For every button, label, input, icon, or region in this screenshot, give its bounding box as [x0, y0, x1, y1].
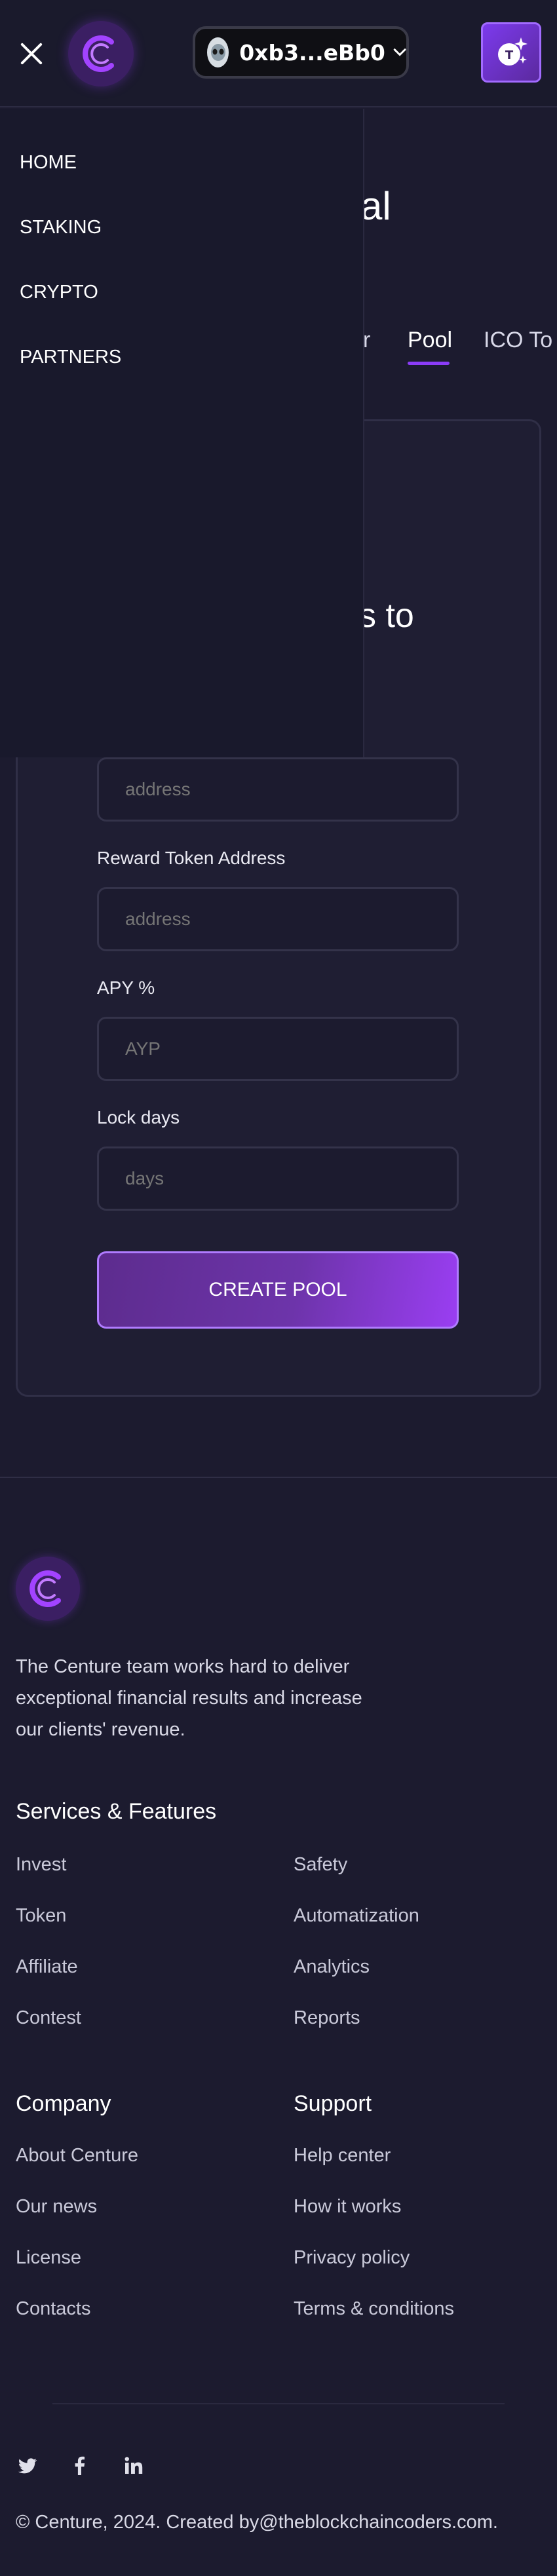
footer-link-help-center[interactable]: Help center — [294, 2145, 391, 2167]
logo-c-icon — [83, 35, 114, 72]
apy-label: APY % — [97, 977, 155, 998]
footer-link-how-it-works[interactable]: How it works — [294, 2196, 401, 2218]
wallet-address: 0xb3...eBb0 — [239, 39, 385, 66]
page-heading: al — [360, 184, 391, 228]
services-heading: Services & Features — [16, 1799, 217, 1824]
wallet-avatar — [207, 37, 229, 67]
footer-link-contacts[interactable]: Contacts — [16, 2298, 90, 2320]
nav-drawer: HOME STAKING CRYPTO PARTNERS — [0, 109, 364, 757]
token-sparkle-icon: T — [498, 37, 528, 66]
reward-token-address-input[interactable] — [97, 887, 459, 951]
account-button[interactable]: T — [481, 22, 541, 83]
footer-link-reports[interactable]: Reports — [294, 2007, 360, 2029]
facebook-icon[interactable] — [69, 2455, 90, 2476]
top-header: 0xb3...eBb0 T — [0, 0, 557, 107]
footer-link-automatization[interactable]: Automatization — [294, 1905, 419, 1927]
company-heading: Company — [16, 2091, 111, 2116]
chevron-down-icon — [393, 48, 406, 56]
footer-rule — [52, 2403, 505, 2404]
logo-c-icon — [29, 1570, 61, 1607]
tab-pool[interactable]: Pool — [408, 328, 452, 353]
lock-days-input[interactable] — [97, 1146, 459, 1211]
card-heading: s to — [359, 597, 414, 635]
logo[interactable] — [68, 21, 134, 86]
footer-link-license[interactable]: License — [16, 2247, 81, 2269]
footer-link-news[interactable]: Our news — [16, 2196, 97, 2218]
token-address-input[interactable] — [97, 757, 459, 822]
footer-link-privacy[interactable]: Privacy policy — [294, 2247, 410, 2269]
footer-link-terms[interactable]: Terms & conditions — [294, 2298, 454, 2320]
support-heading: Support — [294, 2091, 372, 2116]
footer-link-about[interactable]: About Centure — [16, 2145, 138, 2167]
svg-text:T: T — [505, 48, 514, 62]
lock-days-label: Lock days — [97, 1107, 180, 1127]
footer-link-contest[interactable]: Contest — [16, 2007, 81, 2029]
footer-logo[interactable] — [16, 1557, 80, 1621]
active-tab-indicator — [408, 362, 450, 365]
twitter-icon[interactable] — [17, 2455, 38, 2476]
apy-input[interactable] — [97, 1017, 459, 1081]
drawer-item-crypto[interactable]: CRYPTO — [20, 282, 98, 303]
footer-link-safety[interactable]: Safety — [294, 1854, 347, 1876]
drawer-item-home[interactable]: HOME — [20, 152, 77, 174]
footer-link-token[interactable]: Token — [16, 1905, 66, 1927]
drawer-item-staking[interactable]: STAKING — [20, 217, 102, 238]
linkedin-icon[interactable] — [123, 2455, 144, 2476]
footer-description: The Centure team works hard to deliver e… — [16, 1656, 362, 1740]
copyright-text: © Centure, 2024. Created by@theblockchai… — [16, 2512, 498, 2533]
tab-ico-token[interactable]: ICO To — [484, 328, 552, 353]
alien-avatar-icon — [210, 44, 225, 61]
footer-divider — [0, 1477, 557, 1478]
footer-link-analytics[interactable]: Analytics — [294, 1956, 370, 1978]
footer-link-affiliate[interactable]: Affiliate — [16, 1956, 78, 1978]
footer-link-invest[interactable]: Invest — [16, 1854, 66, 1876]
drawer-item-partners[interactable]: PARTNERS — [20, 347, 121, 368]
wallet-button[interactable]: 0xb3...eBb0 — [193, 26, 409, 79]
close-icon[interactable] — [14, 37, 48, 71]
create-pool-button[interactable]: CREATE POOL — [97, 1251, 459, 1329]
reward-token-label: Reward Token Address — [97, 848, 286, 868]
